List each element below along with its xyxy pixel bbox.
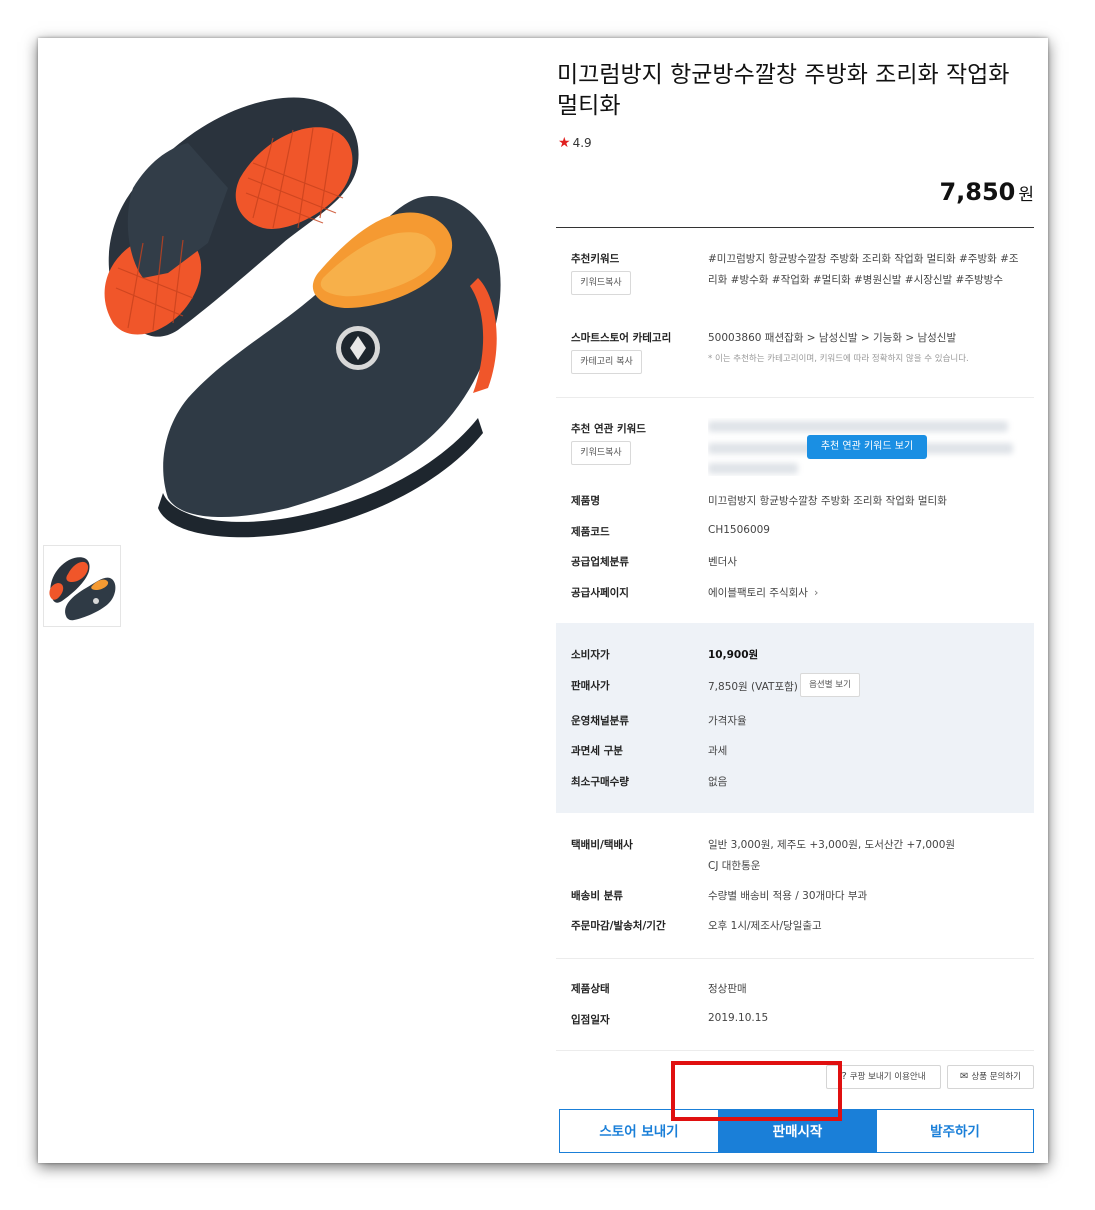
price-unit: 원 xyxy=(1018,185,1034,205)
product-detail-panel: 미끄럼방지 항균방수깔창 주방화 조리화 작업화 멀티화 ★ 4.9 7,850 원… xyxy=(38,38,1048,1163)
product-name-value: 미끄럼방지 항균방수깔창 주방화 조리화 작업화 멀티화 xyxy=(708,495,947,507)
tax-label: 과면세 구분 xyxy=(571,745,623,757)
section-divider xyxy=(556,958,1034,959)
order-deadline-value: 오후 1시/제조사/당일출고 xyxy=(708,920,822,932)
related-keyword-copy-button[interactable]: 키워드복사 xyxy=(571,441,631,465)
price-value: 7,850 xyxy=(939,178,1016,206)
consumer-price-value: 10,900원 xyxy=(708,649,759,661)
chevron-right-icon: › xyxy=(813,586,819,599)
coupang-guide-label: 쿠팡 보내기 이용안내 xyxy=(849,1072,926,1082)
product-inquiry-label: 상품 문의하기 xyxy=(971,1072,1021,1082)
category-label: 스마트스토어 카테고리 xyxy=(571,332,672,344)
sale-price-value: 7,850원 (VAT포함) xyxy=(708,681,798,693)
product-inquiry-button[interactable]: ✉ 상품 문의하기 xyxy=(947,1065,1034,1089)
keywords-line-2: 리화 #방수화 #작업화 #멀티화 #병원신발 #시장신발 #주방방수 xyxy=(708,274,1003,286)
entry-date-value: 2019.10.15 xyxy=(708,1012,769,1024)
view-related-keywords-button[interactable]: 추천 연관 키워드 보기 xyxy=(807,435,927,459)
help-circle-icon: ? xyxy=(841,1071,847,1082)
rating-value: 4.9 xyxy=(572,136,592,150)
option-view-button[interactable]: 옵션별 보기 xyxy=(800,673,860,697)
tax-value: 과세 xyxy=(708,745,728,757)
mail-icon: ✉ xyxy=(959,1071,969,1082)
blurred-keyword-line xyxy=(708,421,1008,432)
shipping-fee-value: 일반 3,000원, 제주도 +3,000원, 도서산간 +7,000원 xyxy=(708,839,956,851)
product-name-label: 제품명 xyxy=(571,495,600,507)
section-divider xyxy=(556,1050,1034,1051)
keywords-line-1: #미끄럼방지 항균방수깔창 주방화 조리화 작업화 멀티화 #주방화 #조 xyxy=(708,253,1019,265)
shipping-type-value: 수량별 배송비 적용 / 30개마다 부과 xyxy=(708,890,868,902)
keyword-copy-button[interactable]: 키워드복사 xyxy=(571,271,631,295)
product-code-value: CH1506009 xyxy=(708,524,770,536)
channel-value: 가격자율 xyxy=(708,715,747,727)
related-keywords-label: 추천 연관 키워드 xyxy=(571,423,646,435)
place-order-button[interactable]: 발주하기 xyxy=(876,1109,1034,1153)
entry-date-label: 입점일자 xyxy=(571,1014,610,1026)
sale-price-label: 판매사가 xyxy=(571,680,610,692)
shipping-fee-label: 택배비/택배사 xyxy=(571,839,633,851)
product-code-label: 제품코드 xyxy=(571,526,610,538)
channel-label: 운영채널분류 xyxy=(571,715,629,727)
product-thumbnail[interactable] xyxy=(43,545,121,627)
section-divider xyxy=(556,397,1034,398)
product-price: 7,850 원 xyxy=(939,178,1034,206)
min-qty-value: 없음 xyxy=(708,776,728,788)
action-button-bar: 스토어 보내기 판매시작 발주하기 xyxy=(559,1109,1034,1153)
product-status-label: 제품상태 xyxy=(571,983,610,995)
blurred-keyword-line xyxy=(708,463,798,474)
product-title: 미끄럼방지 항균방수깔창 주방화 조리화 작업화 멀티화 xyxy=(557,62,1010,119)
product-rating: ★ 4.9 xyxy=(558,135,592,151)
category-value: 50003860 패션잡화 > 남성신발 > 기능화 > 남성신발 xyxy=(708,332,957,344)
shipping-carrier: CJ 대한통운 xyxy=(708,860,761,872)
coupang-guide-button[interactable]: ? 쿠팡 보내기 이용안내 xyxy=(826,1065,941,1089)
supplier-type-value: 벤더사 xyxy=(708,556,737,568)
order-deadline-label: 주문마감/발송처/기간 xyxy=(571,920,666,932)
supplier-page-label: 공급사페이지 xyxy=(571,587,629,599)
shipping-type-label: 배송비 분류 xyxy=(571,890,623,902)
product-status-value: 정상판매 xyxy=(708,983,747,995)
consumer-price-label: 소비자가 xyxy=(571,649,610,661)
category-copy-button[interactable]: 카테고리 복사 xyxy=(571,350,642,374)
supplier-page-link[interactable]: 에이블팩토리 주식회사 › xyxy=(708,585,818,600)
star-icon: ★ xyxy=(558,135,571,151)
product-info-column: 미끄럼방지 항균방수깔창 주방화 조리화 작업화 멀티화 ★ 4.9 7,850 원… xyxy=(556,38,1034,1163)
start-sale-button[interactable]: 판매시작 xyxy=(719,1109,876,1153)
supplier-type-label: 공급업체분류 xyxy=(571,556,629,568)
price-divider xyxy=(556,227,1034,228)
supplier-page-link-text: 에이블팩토리 주식회사 xyxy=(708,587,808,599)
pricing-box: 소비자가 10,900원 판매사가 7,850원 (VAT포함) 옵션별 보기 … xyxy=(556,623,1034,813)
category-note: * 이는 추천하는 카테고리이며, 키워드에 따라 정확하지 않을 수 있습니다… xyxy=(708,354,969,364)
product-main-image xyxy=(104,97,501,538)
send-to-store-button[interactable]: 스토어 보내기 xyxy=(559,1109,719,1153)
keywords-label: 추천키워드 xyxy=(571,253,620,265)
min-qty-label: 최소구매수량 xyxy=(571,776,629,788)
